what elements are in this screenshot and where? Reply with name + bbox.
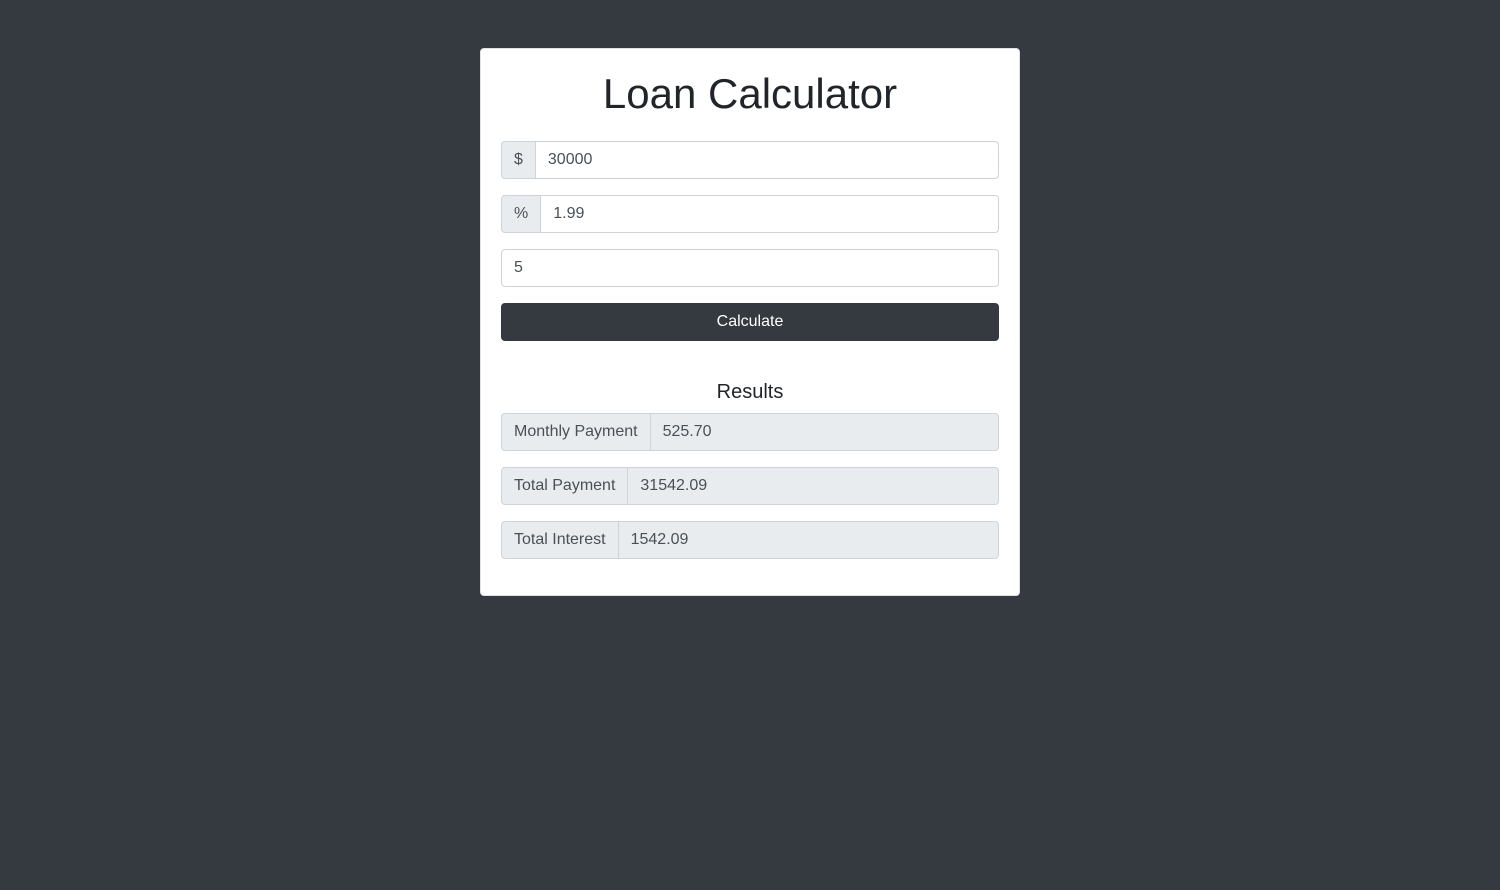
amount-input[interactable] xyxy=(535,141,999,179)
total-payment-row: Total Payment xyxy=(501,467,999,505)
monthly-payment-row: Monthly Payment xyxy=(501,413,999,451)
interest-input[interactable] xyxy=(541,195,999,233)
dollar-addon: $ xyxy=(501,141,536,179)
years-group xyxy=(501,249,999,287)
total-interest-value xyxy=(618,521,999,559)
interest-group: % xyxy=(501,195,999,233)
years-input[interactable] xyxy=(501,249,999,287)
loan-calculator-card: Loan Calculator $ % Calculate Results Mo… xyxy=(480,48,1020,596)
total-interest-label: Total Interest xyxy=(501,521,619,559)
results-heading: Results xyxy=(716,381,784,403)
calculate-button[interactable]: Calculate xyxy=(501,303,999,341)
amount-group: $ xyxy=(501,141,999,179)
page-title: Loan Calculator xyxy=(602,70,898,117)
total-payment-value xyxy=(628,467,999,505)
total-payment-label: Total Payment xyxy=(501,467,629,505)
monthly-payment-value xyxy=(650,413,999,451)
percent-addon: % xyxy=(501,195,542,233)
monthly-payment-label: Monthly Payment xyxy=(501,413,651,451)
total-interest-row: Total Interest xyxy=(501,521,999,559)
